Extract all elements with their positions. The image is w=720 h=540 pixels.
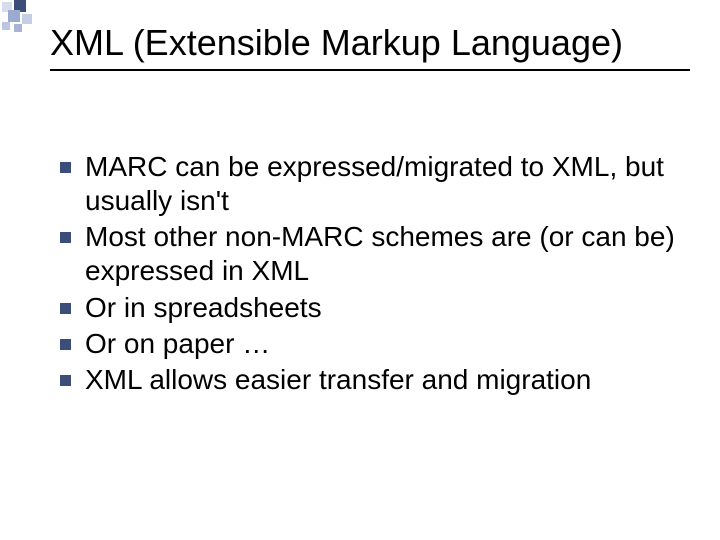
bullet-text: XML allows easier transfer and migration: [85, 363, 591, 397]
list-item: Most other non-MARC schemes are (or can …: [60, 220, 680, 288]
title-underline: [50, 69, 690, 71]
list-item: Or on paper …: [60, 327, 680, 361]
bullet-text: MARC can be expressed/migrated to XML, b…: [85, 150, 680, 218]
bullet-square-icon: [60, 303, 71, 314]
slide-title: XML (Extensible Markup Language): [50, 22, 690, 63]
bullet-square-icon: [60, 339, 71, 350]
list-item: Or in spreadsheets: [60, 291, 680, 325]
list-item: MARC can be expressed/migrated to XML, b…: [60, 150, 680, 218]
bullet-text: Or on paper …: [85, 327, 270, 361]
bullet-square-icon: [60, 375, 71, 386]
bullet-square-icon: [60, 162, 71, 173]
slide: XML (Extensible Markup Language) MARC ca…: [0, 0, 720, 540]
bullet-text: Most other non-MARC schemes are (or can …: [85, 220, 680, 288]
title-block: XML (Extensible Markup Language): [50, 22, 690, 71]
bullet-text: Or in spreadsheets: [85, 291, 322, 325]
list-item: XML allows easier transfer and migration: [60, 363, 680, 397]
slide-body: MARC can be expressed/migrated to XML, b…: [60, 150, 680, 399]
bullet-square-icon: [60, 232, 71, 243]
